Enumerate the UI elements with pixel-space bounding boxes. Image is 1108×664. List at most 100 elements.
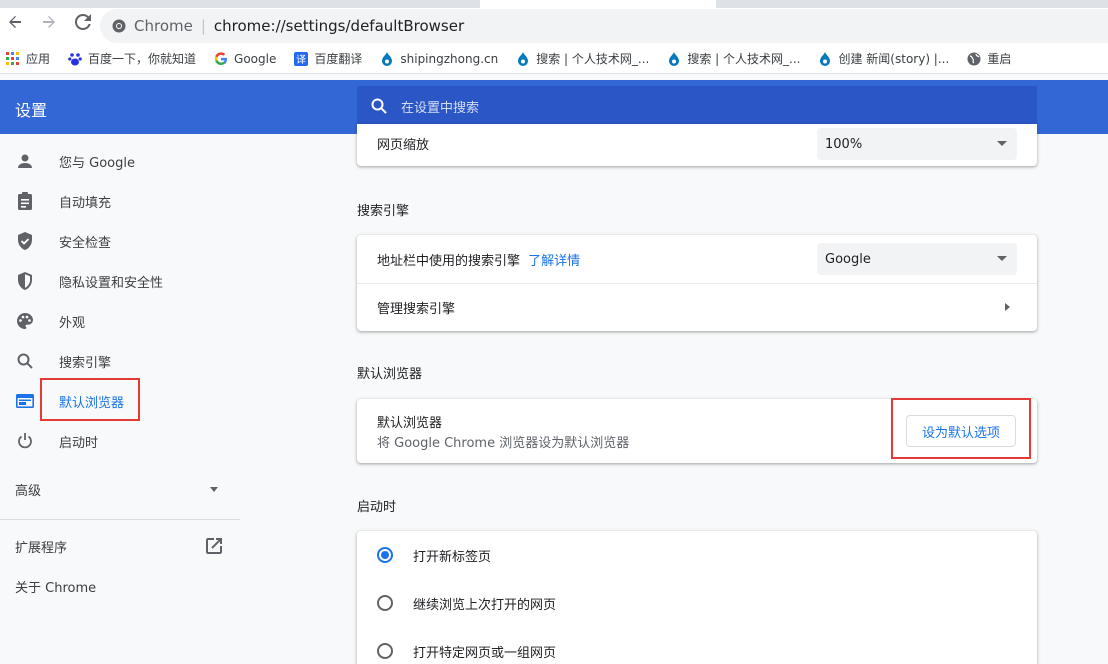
- shield-half-icon: [15, 271, 35, 291]
- sidebar-item-label: 安全检查: [59, 235, 112, 251]
- sidebar-item-label: 自动填充: [59, 195, 112, 211]
- open-in-new-icon: [206, 538, 222, 558]
- address-bar[interactable]: Chrome | chrome://settings/defaultBrowse…: [100, 9, 1108, 43]
- learn-more-link[interactable]: 了解详情: [528, 254, 580, 269]
- search-placeholder: 在设置中搜索: [401, 100, 480, 116]
- sidebar-item-privacy[interactable]: 隐私设置和安全性: [0, 261, 240, 301]
- startup-option-continue[interactable]: 继续浏览上次打开的网页: [357, 579, 1037, 627]
- bookmark-restart[interactable]: 重启: [967, 50, 1011, 67]
- startup-option-label: 继续浏览上次打开的网页: [413, 597, 557, 613]
- bookmarks-bar: 应用 百度一下，你就知道 Google 译 百度翻译 shipingzhong.…: [0, 44, 1108, 74]
- address-bar-engine-label: 地址栏中使用的搜索引擎: [377, 253, 521, 269]
- sidebar-item-search-engine[interactable]: 搜索引擎: [0, 341, 240, 381]
- radio-button[interactable]: [377, 643, 393, 659]
- default-browser-description: 将 Google Chrome 浏览器设为默认浏览器: [377, 436, 630, 451]
- bookmark-baidu[interactable]: 百度一下，你就知道: [68, 50, 196, 67]
- highlight-annotation: [891, 398, 1031, 459]
- person-icon: [15, 151, 35, 171]
- drupal-drop-icon: [818, 51, 832, 66]
- globe-icon: [967, 52, 981, 66]
- settings-search-input[interactable]: 在设置中搜索: [357, 86, 1037, 126]
- page-zoom-select[interactable]: 100%: [817, 128, 1017, 160]
- back-button[interactable]: [4, 11, 26, 33]
- sidebar-item-you-and-google[interactable]: 您与 Google: [0, 141, 240, 181]
- appearance-card: 网页缩放 100%: [357, 124, 1037, 166]
- bookmark-label: 应用: [26, 52, 51, 66]
- chevron-down-icon: [210, 487, 218, 492]
- clipboard-icon: [15, 191, 35, 211]
- power-icon: [15, 431, 35, 451]
- url-text: chrome://settings/defaultBrowser: [213, 17, 465, 35]
- baidu-translate-icon: 译: [294, 51, 309, 66]
- search-icon: [15, 351, 35, 371]
- drupal-drop-icon: [380, 51, 394, 66]
- startup-option-specific-pages[interactable]: 打开特定网页或一组网页: [357, 627, 1037, 664]
- bookmark-baidu-translate[interactable]: 译 百度翻译: [294, 50, 362, 67]
- bookmark-label: 搜索 | 个人技术网_...: [687, 52, 801, 66]
- manage-search-engines-row[interactable]: 管理搜索引擎: [357, 284, 1037, 331]
- forward-button[interactable]: [38, 11, 60, 33]
- bookmark-label: Google: [234, 51, 277, 66]
- tab-strip: [0, 0, 480, 8]
- apps-grid-icon: [6, 51, 20, 66]
- browser-window-icon: [15, 391, 35, 411]
- address-bar-engine-row: 地址栏中使用的搜索引擎 了解详情 Google: [357, 235, 1037, 283]
- search-engine-select[interactable]: Google: [817, 243, 1017, 275]
- sidebar-item-on-startup[interactable]: 启动时: [0, 421, 240, 461]
- baidu-paw-icon: [68, 52, 82, 66]
- sidebar-item-label: 搜索引擎: [59, 355, 112, 371]
- reload-button[interactable]: [72, 11, 94, 33]
- shield-check-icon: [15, 231, 35, 251]
- radio-button[interactable]: [377, 595, 393, 611]
- drupal-drop-icon: [667, 51, 681, 66]
- sidebar-item-safety-check[interactable]: 安全检查: [0, 221, 240, 261]
- bookmark-label: 百度翻译: [314, 52, 363, 66]
- startup-section-title: 启动时: [357, 500, 397, 515]
- drupal-drop-icon: [516, 51, 530, 66]
- settings-sidebar: 您与 Google 自动填充 安全检查 隐私设置和安全性 外观 搜索引擎 默认浏…: [0, 134, 240, 664]
- palette-icon: [15, 311, 35, 331]
- search-engine-card: 地址栏中使用的搜索引擎 了解详情 Google 管理搜索引擎: [357, 235, 1037, 331]
- startup-option-label: 打开新标签页: [413, 549, 492, 565]
- sidebar-item-about-chrome[interactable]: 关于 Chrome: [0, 566, 240, 606]
- address-bar-engine-label-group: 地址栏中使用的搜索引擎 了解详情: [377, 250, 580, 269]
- arrow-left-icon: [9, 16, 21, 28]
- bookmark-search-1[interactable]: 搜索 | 个人技术网_...: [516, 50, 649, 67]
- bookmark-label: 百度一下，你就知道: [88, 52, 197, 66]
- bookmark-shipingzhong[interactable]: shipingzhong.cn: [380, 51, 499, 66]
- site-name: Chrome: [134, 17, 193, 35]
- reload-icon: [75, 14, 91, 30]
- startup-option-new-tab[interactable]: 打开新标签页: [357, 531, 1037, 579]
- sidebar-item-autofill[interactable]: 自动填充: [0, 181, 240, 221]
- url-separator: |: [200, 17, 206, 35]
- radio-button-checked[interactable]: [377, 547, 393, 563]
- bookmark-label: shipingzhong.cn: [400, 51, 499, 66]
- browser-toolbar: Chrome | chrome://settings/defaultBrowse…: [0, 0, 1108, 44]
- bookmark-label: 搜索 | 个人技术网_...: [536, 52, 650, 66]
- bookmark-google[interactable]: Google: [214, 52, 276, 66]
- startup-option-label: 打开特定网页或一组网页: [413, 645, 557, 661]
- tab-strip: [716, 0, 1108, 8]
- sidebar-item-label: 启动时: [59, 435, 99, 451]
- svg-text:译: 译: [296, 54, 306, 66]
- sidebar-about-label: 关于 Chrome: [15, 580, 97, 596]
- bookmark-apps[interactable]: 应用: [6, 50, 50, 67]
- sidebar-advanced-label: 高级: [15, 483, 42, 499]
- google-g-icon: [214, 51, 228, 66]
- highlight-annotation: [40, 378, 140, 421]
- bookmark-create-story[interactable]: 创建 新闻(story) |...: [818, 50, 949, 67]
- startup-card: 打开新标签页 继续浏览上次打开的网页 打开特定网页或一组网页: [357, 531, 1037, 664]
- bookmark-search-2[interactable]: 搜索 | 个人技术网_...: [667, 50, 800, 67]
- sidebar-item-appearance[interactable]: 外观: [0, 301, 240, 341]
- arrow-right-icon: [43, 16, 55, 28]
- sidebar-item-label: 您与 Google: [59, 155, 135, 171]
- search-engine-value: Google: [825, 251, 871, 267]
- sidebar-item-extensions[interactable]: 扩展程序: [0, 526, 240, 566]
- sidebar-advanced-toggle[interactable]: 高级: [0, 469, 240, 509]
- manage-search-engines-label: 管理搜索引擎: [377, 302, 456, 317]
- chrome-logo-icon: [112, 19, 126, 33]
- bookmark-label: 重启: [987, 52, 1012, 66]
- sidebar-item-label: 外观: [59, 315, 86, 331]
- sidebar-item-label: 隐私设置和安全性: [59, 275, 164, 291]
- page-zoom-value: 100%: [825, 136, 863, 152]
